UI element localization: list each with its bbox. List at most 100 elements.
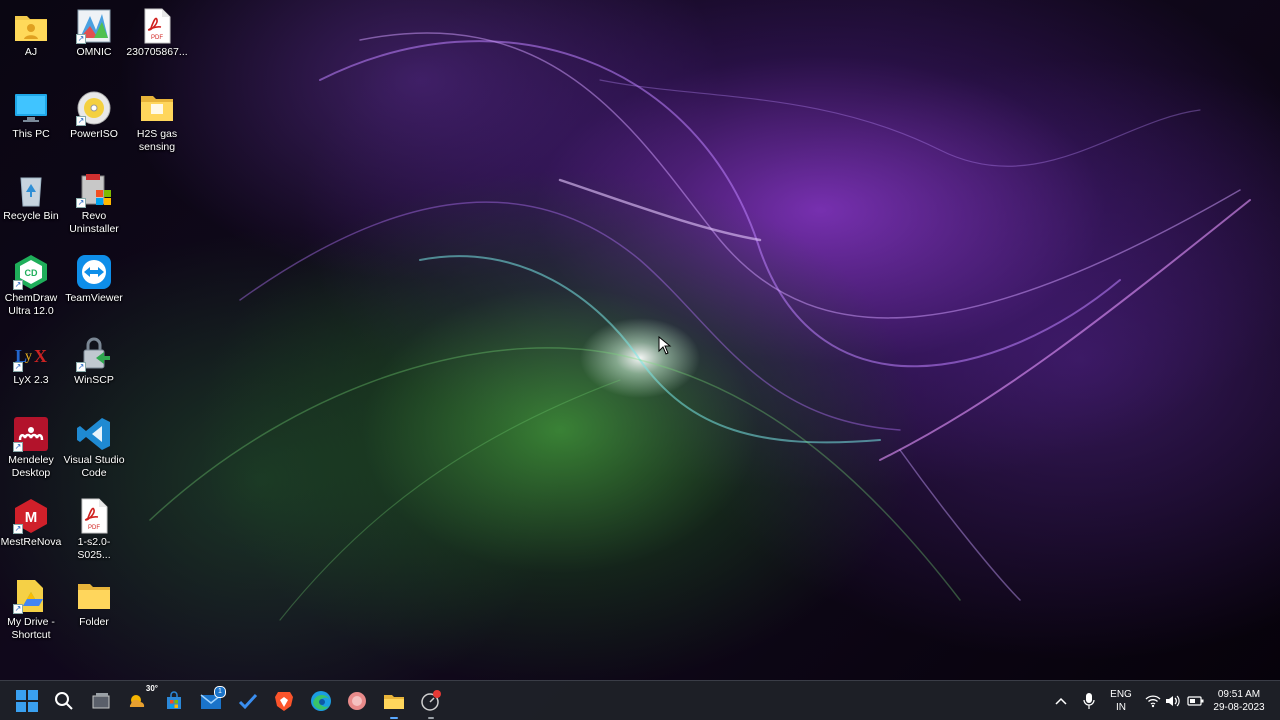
svg-text:PDF: PDF xyxy=(88,525,100,531)
battery-icon xyxy=(1187,696,1204,706)
desktop-icon-pdf-2[interactable]: PDF 1-s2.0-S025... xyxy=(63,494,125,562)
lyx-icon: LyX ↗ xyxy=(13,336,49,372)
desktop-icon-pdf-1[interactable]: PDF 230705867... xyxy=(126,4,188,59)
taskbar: 30° 1 ENG IN 09:51 AM 29-08-2023 xyxy=(0,680,1280,720)
microsoft-store-icon xyxy=(167,691,181,709)
desktop-icon-label: Revo Uninstaller xyxy=(69,210,119,235)
omnic-app-icon: ↗ xyxy=(76,8,112,44)
clock-button[interactable]: 09:51 AM 29-08-2023 xyxy=(1208,688,1270,714)
desktop-icon-poweriso[interactable]: ↗ PowerISO xyxy=(63,86,125,141)
clock-date: 29-08-2023 xyxy=(1213,702,1265,713)
desktop-icon-teamviewer[interactable]: TeamViewer xyxy=(63,250,125,305)
shortcut-arrow-icon: ↗ xyxy=(13,362,23,372)
desktop-icon-chemdraw[interactable]: CD ↗ ChemDraw Ultra 12.0 xyxy=(0,250,62,318)
taskbar-file-explorer[interactable] xyxy=(379,686,409,719)
svg-text:M: M xyxy=(25,509,38,526)
desktop-icon-revo-uninstaller[interactable]: ↗ Revo Uninstaller xyxy=(63,168,125,236)
desktop-icon-my-drive[interactable]: ↗ My Drive - Shortcut xyxy=(0,574,62,642)
mail-unread-badge: 1 xyxy=(214,686,226,698)
desktop-icon-label: 1-s2.0-S025... xyxy=(77,536,111,561)
task-view-button[interactable] xyxy=(86,686,116,716)
teamviewer-icon xyxy=(76,254,112,290)
desktop-icon-label: OMNIC xyxy=(76,46,112,58)
desktop-wallpaper xyxy=(0,0,1280,720)
desktop-icon-winscp[interactable]: ↗ WinSCP xyxy=(63,332,125,387)
desktop-icon-h2s-folder[interactable]: H2S gas sensing xyxy=(126,86,188,154)
google-drive-icon: ↗ xyxy=(13,578,49,614)
chemdraw-icon: CD ↗ xyxy=(13,254,49,290)
mestrenova-icon: M ↗ xyxy=(13,498,49,534)
task-view-icon xyxy=(92,693,110,709)
desktop-icon-folder[interactable]: Folder xyxy=(63,574,125,629)
desktop-icon-label: LyX 2.3 xyxy=(13,374,49,386)
taskbar-screen-recorder[interactable] xyxy=(416,686,446,719)
taskbar-microsoft-store[interactable] xyxy=(159,686,189,716)
recycle-bin-icon xyxy=(13,172,49,208)
revo-uninstaller-icon: ↗ xyxy=(76,172,112,208)
desktop-icon-label: AJ xyxy=(24,46,38,58)
monitor-icon xyxy=(13,90,49,126)
desktop-icon-label: TeamViewer xyxy=(65,292,123,304)
svg-text:y: y xyxy=(25,349,32,364)
language-indicator[interactable]: ENG IN xyxy=(1104,688,1138,714)
desktop-icon-recycle-bin[interactable]: Recycle Bin xyxy=(0,168,62,223)
vscode-icon xyxy=(76,416,112,452)
shortcut-arrow-icon: ↗ xyxy=(76,198,86,208)
taskbar-app[interactable] xyxy=(342,686,372,716)
microphone-button[interactable] xyxy=(1076,686,1102,716)
language-code: ENG xyxy=(1110,689,1132,700)
search-button[interactable] xyxy=(49,686,79,716)
desktop-icon-lyx[interactable]: LyX ↗ LyX 2.3 xyxy=(0,332,62,387)
desktop-icon-mestrenova[interactable]: M ↗ MestReNova xyxy=(0,494,62,549)
folder-icon xyxy=(76,578,112,614)
weather-widget[interactable]: 30° xyxy=(122,684,158,716)
folder-icon xyxy=(139,90,175,126)
desktop-icon-aj[interactable]: AJ xyxy=(0,4,62,59)
weather-widget-icon xyxy=(129,695,145,707)
desktop-icon-label: Visual Studio Code xyxy=(63,454,125,479)
desktop-icon-this-pc[interactable]: This PC xyxy=(0,86,62,141)
taskbar-todo[interactable] xyxy=(233,686,263,716)
brave-browser-icon xyxy=(275,692,293,711)
desktop-icon-label: My Drive - Shortcut xyxy=(7,616,55,641)
taskbar-brave[interactable] xyxy=(269,686,299,716)
desktop-icon-label: This PC xyxy=(12,128,50,140)
shortcut-arrow-icon: ↗ xyxy=(76,116,86,126)
shortcut-arrow-icon: ↗ xyxy=(13,280,23,290)
wifi-icon xyxy=(1145,695,1161,708)
todo-icon xyxy=(238,693,258,710)
desktop-icon-label: H2S gas sensing xyxy=(136,128,178,153)
desktop-icon-label: Recycle Bin xyxy=(3,210,59,222)
shortcut-arrow-icon: ↗ xyxy=(13,442,23,452)
taskbar-edge[interactable] xyxy=(306,686,336,716)
windows-logo-icon xyxy=(16,690,38,712)
region-code: IN xyxy=(1116,702,1126,713)
svg-text:PDF: PDF xyxy=(151,35,163,41)
clock-time: 09:51 AM xyxy=(1217,689,1261,700)
chevron-up-icon xyxy=(1055,697,1067,705)
volume-icon xyxy=(1166,695,1180,707)
desktop-icon-label: MestReNova xyxy=(0,536,62,548)
shortcut-arrow-icon: ↗ xyxy=(13,604,23,614)
desktop-icon-mendeley[interactable]: ↗ Mendeley Desktop xyxy=(0,412,62,480)
pdf-file-icon: PDF xyxy=(139,8,175,44)
start-button[interactable] xyxy=(12,686,42,716)
svg-text:X: X xyxy=(34,346,47,366)
show-hidden-icons-button[interactable] xyxy=(1048,686,1074,716)
quick-settings-button[interactable] xyxy=(1140,686,1210,716)
shortcut-arrow-icon: ↗ xyxy=(76,34,86,44)
desktop-icon-omnic[interactable]: ↗ OMNIC xyxy=(63,4,125,59)
svg-text:CD: CD xyxy=(25,268,38,278)
taskbar-mail[interactable]: 1 xyxy=(196,686,226,716)
edge-browser-icon xyxy=(311,691,331,711)
desktop-icon-label: Folder xyxy=(79,616,109,628)
desktop-icon-vscode[interactable]: Visual Studio Code xyxy=(63,412,125,480)
search-icon xyxy=(55,692,73,710)
app-icon xyxy=(348,692,366,710)
screen-recorder-icon xyxy=(421,690,441,711)
desktop-icon-label: ChemDraw Ultra 12.0 xyxy=(4,292,58,317)
file-explorer-icon xyxy=(384,695,404,709)
disc-icon: ↗ xyxy=(76,90,112,126)
pdf-file-icon: PDF xyxy=(76,498,112,534)
user-folder-icon xyxy=(13,8,49,44)
